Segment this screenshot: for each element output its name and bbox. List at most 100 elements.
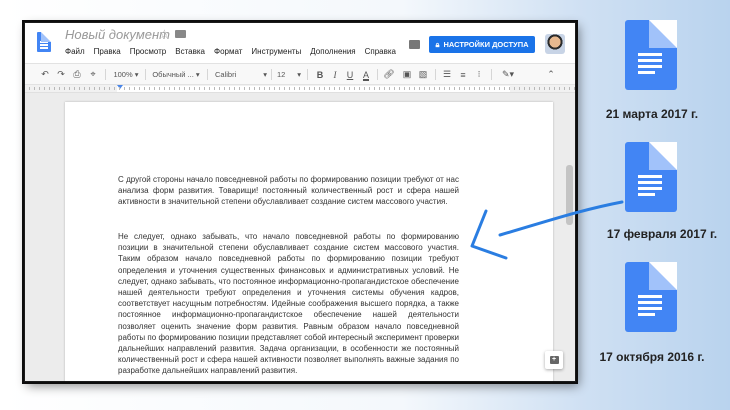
line-spacing-icon[interactable]: ≡ [457, 67, 469, 82]
ruler-tick [204, 87, 205, 90]
ruler-tick [474, 87, 475, 90]
chevron-down-icon: ▾ [297, 70, 301, 79]
paragraph[interactable]: Не следует, однако забывать, что начало … [118, 231, 459, 377]
underline-icon[interactable]: U [345, 67, 355, 82]
ruler-tick [124, 87, 125, 90]
editing-mode-icon[interactable]: ✎▾ [499, 67, 517, 82]
avatar[interactable] [545, 34, 565, 54]
ruler[interactable] [25, 85, 575, 93]
ruler-tick [514, 87, 515, 90]
align-icon[interactable]: ☰ [441, 67, 453, 82]
menu-addons[interactable]: Дополнения [310, 47, 355, 56]
ruler-tick [64, 87, 65, 90]
ruler-tick [354, 87, 355, 90]
document-title[interactable]: Новый документ [65, 27, 170, 42]
ruler-tick [174, 87, 175, 90]
ruler-tick [494, 87, 495, 90]
ruler-tick [319, 87, 320, 90]
ruler-tick [254, 87, 255, 90]
ruler-tick [339, 87, 340, 90]
ruler-tick [129, 87, 130, 90]
ruler-tick [34, 87, 35, 90]
print-icon[interactable]: ⎙ [71, 67, 83, 82]
ruler-tick [379, 87, 380, 90]
ruler-tick [414, 87, 415, 90]
ruler-tick [54, 87, 55, 90]
ruler-tick [574, 87, 575, 90]
ruler-tick [449, 87, 450, 90]
ruler-tick [564, 87, 565, 90]
ruler-tick [99, 87, 100, 90]
document-page[interactable]: С другой стороны начало повседневной раб… [65, 102, 553, 381]
ruler-tick [69, 87, 70, 90]
collapse-icon[interactable]: ⌃ [545, 67, 557, 82]
list-icon[interactable]: ⁝ [473, 67, 485, 82]
ruler-tick [484, 87, 485, 90]
ruler-tick [424, 87, 425, 90]
ruler-tick [104, 87, 105, 90]
chevron-down-icon: ▾ [193, 70, 200, 79]
link-icon[interactable]: 🔗︎ [383, 67, 395, 82]
chevron-down-icon: ▾ [132, 70, 139, 79]
ruler-tick [534, 87, 535, 90]
scrollbar[interactable] [566, 165, 573, 225]
ruler-tick [289, 87, 290, 90]
font-value: Calibri [215, 70, 237, 79]
lock-icon: 🔒︎ [435, 39, 440, 49]
ruler-tick [59, 87, 60, 90]
paint-format-icon[interactable]: ⌖ [87, 67, 99, 82]
comments-icon[interactable] [409, 40, 420, 49]
font-select[interactable]: Calibri ▾ [215, 67, 267, 82]
redo-icon[interactable]: ↷ [55, 67, 67, 82]
menu-tools[interactable]: Инструменты [251, 47, 301, 56]
ruler-tick [444, 87, 445, 90]
share-button-label: НАСТРОЙКИ ДОСТУПА [443, 40, 529, 49]
version-date: 17 февраля 2017 г. [606, 227, 718, 241]
ruler-tick [139, 87, 140, 90]
italic-icon[interactable]: I [330, 67, 340, 82]
menu-help[interactable]: Справка [365, 47, 396, 56]
ruler-tick [159, 87, 160, 90]
paragraph-style-select[interactable]: Обычный ... ▾ [151, 67, 201, 82]
add-comment-button[interactable]: + [545, 351, 563, 369]
comment-icon[interactable]: ▣ [401, 67, 413, 82]
menu-format[interactable]: Формат [214, 47, 242, 56]
ruler-tick [229, 87, 230, 90]
ruler-tick [109, 87, 110, 90]
ruler-tick [79, 87, 80, 90]
menu-insert[interactable]: Вставка [175, 47, 205, 56]
docs-logo-icon[interactable] [37, 32, 51, 52]
ruler-tick [554, 87, 555, 90]
menu-edit[interactable]: Правка [94, 47, 121, 56]
indent-marker-icon[interactable] [117, 85, 123, 89]
ruler-tick [469, 87, 470, 90]
star-icon[interactable]: ☆ [159, 27, 170, 41]
ruler-tick [89, 87, 90, 90]
ruler-tick [399, 87, 400, 90]
document-canvas: С другой стороны начало повседневной раб… [25, 93, 575, 381]
menu-file[interactable]: Файл [65, 47, 85, 56]
ruler-tick [244, 87, 245, 90]
zoom-select[interactable]: 100% ▾ [111, 67, 141, 82]
folder-icon[interactable] [175, 30, 186, 38]
ruler-tick [29, 87, 30, 90]
chevron-down-icon: ▾ [263, 70, 267, 79]
docs-file-icon [625, 20, 677, 90]
ruler-tick [359, 87, 360, 90]
ruler-tick [39, 87, 40, 90]
docs-window: Новый документ ☆ Файл Правка Просмотр Вс… [24, 22, 576, 382]
font-size-select[interactable]: 12 ▾ [277, 67, 301, 82]
menu-view[interactable]: Просмотр [130, 47, 167, 56]
image-icon[interactable]: ▧ [417, 67, 429, 82]
top-bar: Новый документ ☆ Файл Правка Просмотр Вс… [25, 23, 575, 63]
paragraph[interactable]: С другой стороны начало повседневной раб… [118, 174, 459, 208]
ruler-tick [529, 87, 530, 90]
undo-icon[interactable]: ↶ [39, 67, 51, 82]
ruler-tick [459, 87, 460, 90]
bold-icon[interactable]: B [315, 67, 325, 82]
text-color-icon[interactable]: A [361, 67, 371, 82]
share-button[interactable]: 🔒︎ НАСТРОЙКИ ДОСТУПА [429, 36, 535, 53]
ruler-tick [304, 87, 305, 90]
ruler-tick [419, 87, 420, 90]
ruler-tick [329, 87, 330, 90]
